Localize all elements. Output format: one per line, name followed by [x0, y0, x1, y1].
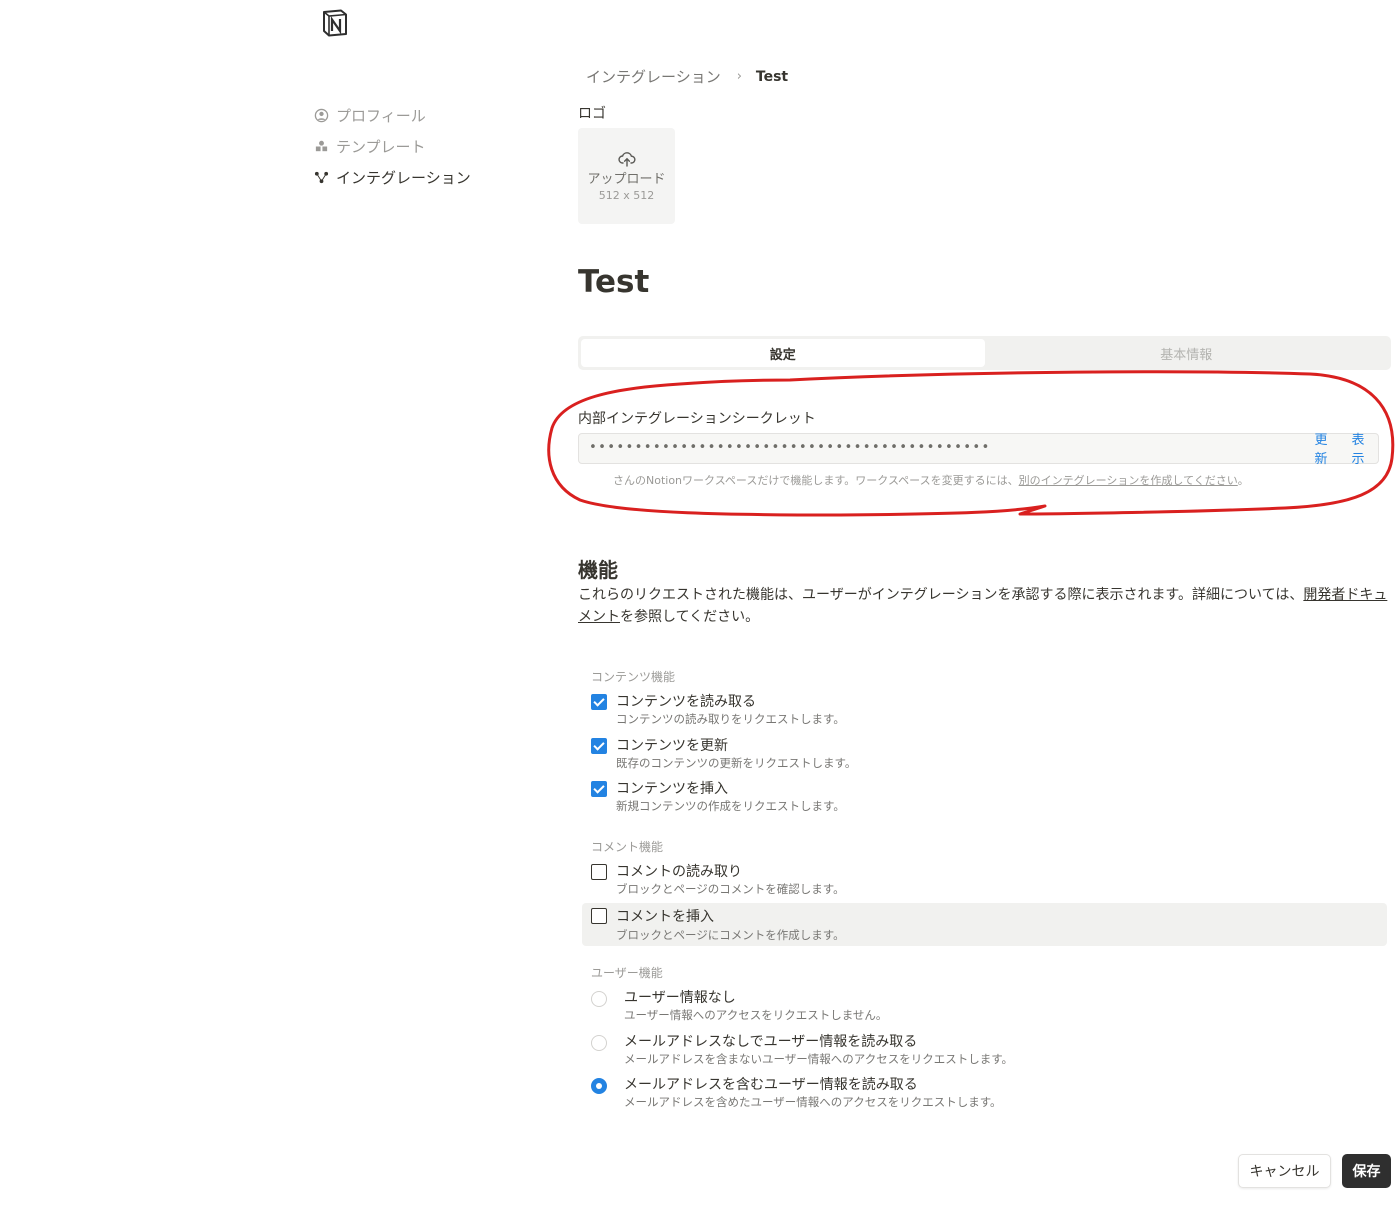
- option-description: ユーザー情報へのアクセスをリクエストしません。: [624, 1008, 888, 1022]
- create-integration-link[interactable]: 別のインテグレーションを作成してください: [1019, 474, 1238, 487]
- content-insert-option[interactable]: コンテンツを挿入 新規コンテンツの作成をリクエストします。: [582, 773, 1387, 816]
- save-button[interactable]: 保存: [1342, 1154, 1391, 1188]
- refresh-secret-button[interactable]: 更新: [1313, 431, 1329, 469]
- option-description: 既存のコンテンツの更新をリクエストします。: [616, 756, 857, 770]
- comment-read-option[interactable]: コメントの読み取り ブロックとページのコメントを確認します。: [582, 856, 1387, 899]
- features-description: これらのリクエストされた機能は、ユーザーがインテグレーションを承認する際に表示さ…: [578, 584, 1390, 628]
- chevron-right-icon: ›: [736, 69, 742, 84]
- secret-note: さんのNotionワークスペースだけで機能します。ワークスペースを変更するには、…: [613, 472, 1249, 488]
- content-read-option[interactable]: コンテンツを読み取る コンテンツの読み取りをリクエストします。: [582, 686, 1387, 729]
- content-capabilities-label: コンテンツ機能: [591, 670, 676, 684]
- radio-unselected[interactable]: [591, 1035, 607, 1051]
- show-secret-button[interactable]: 表示: [1350, 431, 1366, 469]
- tab-settings[interactable]: 設定: [581, 339, 985, 367]
- secret-note-text: さんのNotionワークスペースだけで機能します。ワークスペースを変更するには、: [613, 474, 1019, 487]
- checkbox-checked[interactable]: [591, 738, 607, 754]
- user-info-without-email-option[interactable]: メールアドレスなしでユーザー情報を読み取る メールアドレスを含まないユーザー情報…: [582, 1026, 1387, 1069]
- secret-field[interactable]: ••••••••••••••••••••••••••••••••••••••••…: [578, 433, 1379, 467]
- logo-label: ロゴ: [578, 106, 606, 122]
- features-desc-text: これらのリクエストされた機能は、ユーザーがインテグレーションを承認する際に表示さ…: [578, 587, 1304, 603]
- sidebar-item-label: インテグレーション: [336, 169, 471, 187]
- logo-upload-button[interactable]: アップロード 512 x 512: [578, 128, 675, 224]
- breadcrumb-parent-link[interactable]: インテグレーション: [586, 66, 721, 87]
- option-description: コンテンツの読み取りをリクエストします。: [616, 712, 845, 726]
- option-label: ユーザー情報なし: [624, 990, 736, 1006]
- comment-capabilities-label: コメント機能: [591, 840, 664, 854]
- settings-sidebar: プロフィール テンプレート インテグレーション: [313, 100, 533, 193]
- sidebar-item-integration[interactable]: インテグレーション: [313, 162, 533, 193]
- option-description: メールアドレスを含まないユーザー情報へのアクセスをリクエストします。: [624, 1052, 1014, 1066]
- sidebar-item-label: テンプレート: [336, 138, 426, 156]
- comment-insert-option[interactable]: コメントを挿入 ブロックとページにコメントを作成します。: [582, 903, 1387, 946]
- notion-logo-icon[interactable]: [320, 8, 350, 38]
- upload-label: アップロード: [587, 171, 666, 187]
- cancel-button[interactable]: キャンセル: [1238, 1154, 1331, 1188]
- option-label: コメントの読み取り: [616, 864, 742, 880]
- page-title: Test: [578, 264, 650, 300]
- option-label: コンテンツを読み取る: [616, 694, 756, 710]
- sidebar-item-label: プロフィール: [336, 107, 426, 125]
- option-description: メールアドレスを含めたユーザー情報へのアクセスをリクエストします。: [624, 1095, 1002, 1109]
- sidebar-item-profile[interactable]: プロフィール: [313, 100, 533, 131]
- sidebar-item-template[interactable]: テンプレート: [313, 131, 533, 162]
- breadcrumb-current: Test: [755, 68, 789, 85]
- profile-icon: [313, 108, 329, 124]
- tab-basic-info[interactable]: 基本情報: [985, 339, 1389, 367]
- radio-selected[interactable]: [591, 1078, 607, 1094]
- secret-masked-value: ••••••••••••••••••••••••••••••••••••••••…: [589, 440, 991, 455]
- option-label: メールアドレスなしでユーザー情報を読み取る: [624, 1034, 918, 1050]
- radio-unselected[interactable]: [591, 991, 607, 1007]
- checkbox-checked[interactable]: [591, 694, 607, 710]
- template-icon: [313, 139, 329, 155]
- features-heading: 機能: [578, 558, 618, 582]
- integration-icon: [313, 170, 329, 186]
- checkbox-unchecked[interactable]: [591, 908, 607, 924]
- content-update-option[interactable]: コンテンツを更新 既存のコンテンツの更新をリクエストします。: [582, 730, 1387, 773]
- tab-bar: 設定 基本情報: [578, 336, 1391, 370]
- user-info-none-option[interactable]: ユーザー情報なし ユーザー情報へのアクセスをリクエストしません。: [582, 982, 1387, 1025]
- option-description: ブロックとページにコメントを作成します。: [616, 928, 845, 942]
- breadcrumb: インテグレーション › Test: [586, 66, 788, 87]
- option-label: コメントを挿入: [616, 909, 714, 925]
- user-info-with-email-option[interactable]: メールアドレスを含むユーザー情報を読み取る メールアドレスを含めたユーザー情報へ…: [582, 1069, 1387, 1112]
- option-label: メールアドレスを含むユーザー情報を読み取る: [624, 1077, 918, 1093]
- option-label: コンテンツを更新: [616, 738, 728, 754]
- features-desc-end: を参照してください。: [620, 609, 760, 625]
- option-description: ブロックとページのコメントを確認します。: [616, 882, 845, 896]
- option-description: 新規コンテンツの作成をリクエストします。: [616, 799, 845, 813]
- upload-size-hint: 512 x 512: [598, 188, 655, 202]
- cloud-upload-icon: [617, 151, 635, 167]
- secret-note-end: 。: [1237, 474, 1249, 487]
- checkbox-checked[interactable]: [591, 781, 607, 797]
- secret-label: 内部インテグレーションシークレット: [578, 411, 816, 427]
- option-label: コンテンツを挿入: [616, 781, 728, 797]
- checkbox-unchecked[interactable]: [591, 864, 607, 880]
- user-capabilities-label: ユーザー機能: [591, 966, 663, 980]
